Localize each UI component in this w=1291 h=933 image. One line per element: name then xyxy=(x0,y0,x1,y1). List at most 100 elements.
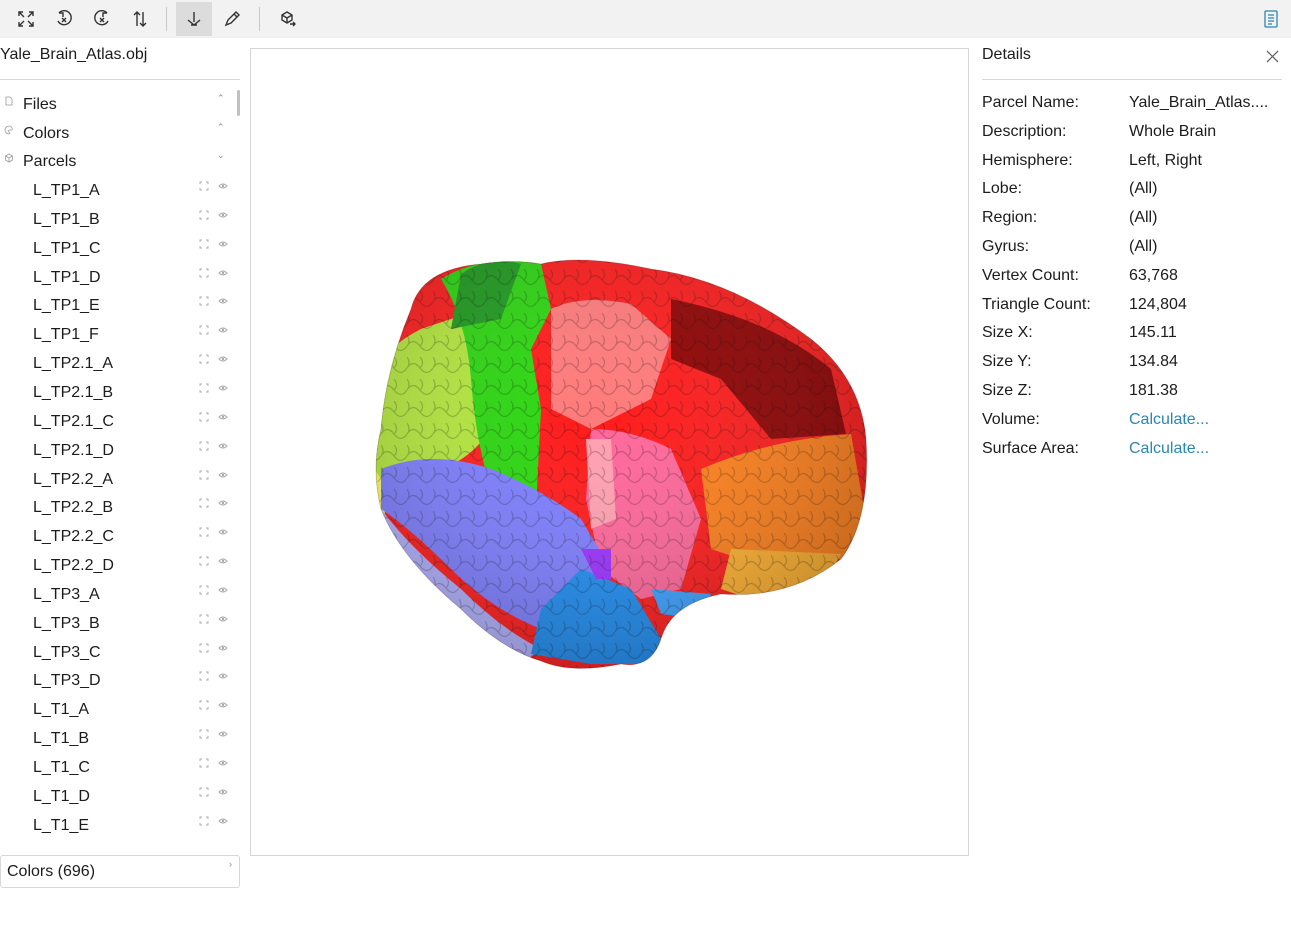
details-key: Description: xyxy=(982,122,1067,140)
colors-dropdown[interactable]: Colors (696) › xyxy=(0,855,240,888)
eye-icon[interactable] xyxy=(218,643,228,653)
focus-icon[interactable] xyxy=(199,239,209,249)
focus-icon[interactable] xyxy=(199,643,209,653)
parcel-label: L_T1_A xyxy=(33,701,90,719)
eye-icon[interactable] xyxy=(218,729,228,739)
focus-icon[interactable] xyxy=(199,729,209,739)
focus-icon[interactable] xyxy=(199,700,209,710)
chevron-up-icon[interactable]: ⌃ xyxy=(217,122,225,133)
details-panel-icon[interactable] xyxy=(1261,9,1281,29)
eye-icon[interactable] xyxy=(218,441,228,451)
parcel-item[interactable]: L_TP3_C xyxy=(0,638,240,666)
details-row: Vertex Count: 63,768 xyxy=(982,267,1282,291)
focus-icon[interactable] xyxy=(199,758,209,768)
eye-icon[interactable] xyxy=(218,268,228,278)
eye-icon[interactable] xyxy=(218,816,228,826)
parcel-item[interactable]: L_TP3_A xyxy=(0,580,240,608)
calculate-link[interactable]: Calculate... xyxy=(1129,440,1209,458)
focus-icon[interactable] xyxy=(199,441,209,451)
parcel-item[interactable]: L_TP2.1_B xyxy=(0,378,240,406)
eye-icon[interactable] xyxy=(218,296,228,306)
eye-icon[interactable] xyxy=(218,383,228,393)
eye-icon[interactable] xyxy=(218,671,228,681)
focus-icon[interactable] xyxy=(199,325,209,335)
focus-icon[interactable] xyxy=(199,181,209,191)
parcel-item[interactable]: L_TP2.1_D xyxy=(0,436,240,464)
eye-icon[interactable] xyxy=(218,700,228,710)
parcel-item[interactable]: L_TP1_E xyxy=(0,291,240,319)
focus-icon[interactable] xyxy=(199,412,209,422)
parcel-item[interactable]: L_TP3_B xyxy=(0,609,240,637)
parcel-item[interactable]: L_TP2.2_B xyxy=(0,493,240,521)
focus-icon[interactable] xyxy=(199,585,209,595)
focus-icon[interactable] xyxy=(199,614,209,624)
focus-icon[interactable] xyxy=(199,470,209,480)
details-title: Details xyxy=(982,46,1031,63)
focus-icon[interactable] xyxy=(199,527,209,537)
file-icon xyxy=(5,96,13,106)
eye-icon[interactable] xyxy=(218,787,228,797)
parcel-item[interactable]: L_TP2.2_C xyxy=(0,522,240,550)
parcel-item[interactable]: L_TP2.2_A xyxy=(0,465,240,493)
brain-model[interactable] xyxy=(251,49,970,857)
focus-icon[interactable] xyxy=(199,787,209,797)
parcel-item[interactable]: L_TP1_F xyxy=(0,320,240,348)
parcel-item[interactable]: L_TP1_B xyxy=(0,205,240,233)
close-icon[interactable] xyxy=(1265,49,1280,64)
eye-icon[interactable] xyxy=(218,412,228,422)
section-files[interactable]: Files ⌃ xyxy=(0,90,240,118)
parcel-item[interactable]: L_TP1_C xyxy=(0,234,240,262)
rotate-right-icon[interactable] xyxy=(84,2,120,36)
eye-icon[interactable] xyxy=(218,758,228,768)
parcel-item[interactable]: L_TP2.1_C xyxy=(0,407,240,435)
parcel-item[interactable]: L_TP3_D xyxy=(0,666,240,694)
section-parcels[interactable]: Parcels ⌄ xyxy=(0,147,240,175)
focus-icon[interactable] xyxy=(199,354,209,364)
parcel-item[interactable]: L_T1_E xyxy=(0,811,240,839)
focus-icon[interactable] xyxy=(199,268,209,278)
details-row: Size Z: 181.38 xyxy=(982,382,1282,406)
eye-icon[interactable] xyxy=(218,325,228,335)
parcel-item[interactable]: L_TP1_D xyxy=(0,263,240,291)
parcel-item[interactable]: L_T1_D xyxy=(0,782,240,810)
parcel-item[interactable]: L_TP1_A xyxy=(0,176,240,204)
eye-icon[interactable] xyxy=(218,585,228,595)
eye-icon[interactable] xyxy=(218,470,228,480)
eye-icon[interactable] xyxy=(218,181,228,191)
focus-icon[interactable] xyxy=(199,671,209,681)
focus-icon[interactable] xyxy=(199,816,209,826)
pivot-tool-icon[interactable] xyxy=(176,2,212,36)
fit-view-icon[interactable] xyxy=(8,2,44,36)
focus-icon[interactable] xyxy=(199,556,209,566)
parcel-item[interactable]: L_T1_B xyxy=(0,724,240,752)
rotate-left-icon[interactable] xyxy=(46,2,82,36)
eye-icon[interactable] xyxy=(218,527,228,537)
eye-icon[interactable] xyxy=(218,614,228,624)
chevron-up-icon[interactable]: ⌃ xyxy=(217,93,225,104)
parcel-label: L_TP2.1_D xyxy=(33,441,114,459)
divider xyxy=(0,79,240,80)
eye-icon[interactable] xyxy=(218,354,228,364)
export-cube-icon[interactable] xyxy=(270,2,306,36)
focus-icon[interactable] xyxy=(199,210,209,220)
parcel-item[interactable]: L_TP2.2_D xyxy=(0,551,240,579)
eye-icon[interactable] xyxy=(218,498,228,508)
chevron-down-icon[interactable]: ⌄ xyxy=(217,150,225,161)
focus-icon[interactable] xyxy=(199,383,209,393)
details-key: Lobe: xyxy=(982,180,1023,198)
eye-icon[interactable] xyxy=(218,239,228,249)
flip-vertical-icon[interactable] xyxy=(122,2,158,36)
calculate-link[interactable]: Calculate... xyxy=(1129,411,1209,429)
eye-icon[interactable] xyxy=(218,210,228,220)
section-colors[interactable]: Colors ⌃ xyxy=(0,119,240,147)
3d-viewport[interactable] xyxy=(250,48,969,856)
focus-icon[interactable] xyxy=(199,498,209,508)
focus-icon[interactable] xyxy=(199,296,209,306)
draw-tool-icon[interactable] xyxy=(214,2,250,36)
details-key: Vertex Count: xyxy=(982,266,1079,284)
parcel-item[interactable]: L_TP2.1_A xyxy=(0,349,240,377)
parcel-item[interactable]: L_T1_C xyxy=(0,753,240,781)
eye-icon[interactable] xyxy=(218,556,228,566)
parcel-item[interactable]: L_T1_A xyxy=(0,695,240,723)
parcel-label: L_TP1_B xyxy=(33,210,100,228)
